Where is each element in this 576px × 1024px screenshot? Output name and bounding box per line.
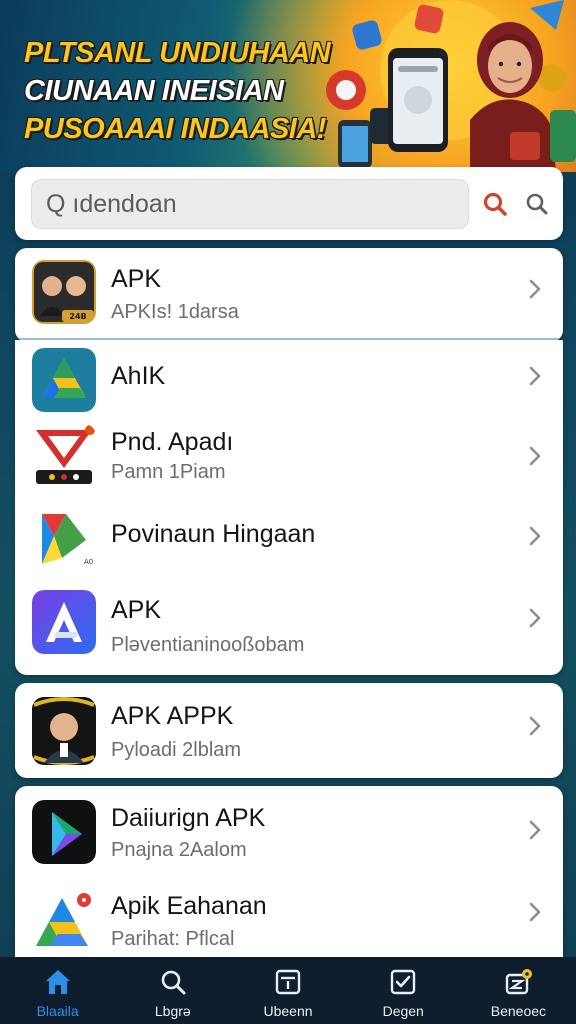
portrait-badge-text: 24B	[69, 312, 86, 321]
download-box-icon	[275, 969, 301, 995]
list-item-subtitle: Parihat: Pflcal	[111, 928, 235, 950]
chevron-right-icon	[529, 526, 541, 546]
portrait-pair-icon: 24B	[32, 260, 96, 324]
list-item-title: APK	[111, 596, 162, 624]
nav-label: Degen	[382, 1003, 424, 1019]
app-list-card: Daiiurign APK Pnajna 2Aalom Apik Eahanan…	[15, 786, 563, 961]
list-item-subtitle: Pnajna 2Aalom	[111, 839, 247, 861]
search-icon	[483, 192, 507, 216]
play-triangle-dark-icon	[32, 800, 96, 864]
home-icon	[45, 970, 70, 994]
purple-a-logo-icon	[32, 590, 96, 654]
drive-triangle-icon	[32, 348, 96, 412]
banner-line-2: CIUNAAN INEISIAN	[24, 75, 284, 107]
list-item-subtitle: Pyloadi 2lblam	[111, 739, 242, 761]
nav-label: Blaaila	[36, 1003, 79, 1019]
nav-tab-home[interactable]: Blaaila	[0, 957, 115, 1024]
chevron-right-icon	[529, 716, 541, 736]
nav-tab-search[interactable]: Lbgrə	[115, 957, 230, 1024]
search-submit-button[interactable]	[522, 189, 552, 219]
nav-tab-settings[interactable]: Beneoec	[461, 957, 576, 1024]
app-list-card: AhIK Pnd. Apadı Pamn 1Piam A0 Povinaun H…	[15, 340, 563, 675]
chevron-right-icon	[529, 446, 541, 466]
banner-illustration	[326, 0, 576, 172]
promo-banner[interactable]: PLTSANL UNDIUHAAN CIUNAAN INEISIAN PUSOA…	[0, 0, 576, 172]
banner-headline: PLTSANL UNDIUHAAN CIUNAAN INEISIAN PUSOA…	[24, 34, 344, 148]
nav-label: Ubeenn	[263, 1003, 313, 1019]
chevron-right-icon	[529, 279, 541, 299]
svg-text:A0: A0	[84, 558, 93, 566]
nav-label: Lbgrə	[154, 1003, 191, 1019]
list-item-title: APK APPK	[111, 702, 234, 730]
search-icon	[161, 970, 186, 995]
app-list-card: APK APPK Pyloadi 2lblam	[15, 683, 563, 778]
chevron-right-icon	[529, 608, 541, 628]
colorful-p-logo-icon: A0	[32, 506, 96, 570]
list-item[interactable]: A0 Povinaun Hingaan	[15, 498, 563, 578]
list-item-title: APK	[111, 265, 162, 293]
banner-line-1: PLTSANL UNDIUHAAN	[24, 37, 331, 69]
list-item-subtitle: Pləventianinooßobam	[111, 634, 305, 656]
list-item[interactable]: APK APPK Pyloadi 2lblam	[15, 683, 563, 778]
list-item-subtitle: APKIs! 1darsa	[111, 301, 239, 323]
search-button[interactable]	[480, 189, 510, 219]
search-input[interactable]	[46, 189, 468, 219]
search-box[interactable]	[31, 179, 469, 229]
list-item-title: Pnd. Apadı	[111, 428, 234, 456]
list-item-title: AhIK	[111, 362, 166, 390]
nav-tab-updates[interactable]: Degen	[346, 957, 461, 1024]
chevron-right-icon	[529, 820, 541, 840]
list-item[interactable]: Daiiurign APK Pnajna 2Aalom	[15, 786, 563, 876]
app-list-card: 24B APK APKIs! 1darsa	[15, 248, 563, 342]
list-item-title: Daiiurign APK	[111, 804, 266, 832]
banner-line-3: PUSOAAAI INDAASIA!	[24, 113, 326, 145]
list-item-subtitle: Pamn 1Piam	[111, 461, 226, 483]
search-card	[15, 167, 563, 240]
list-item[interactable]: Pnd. Apadı Pamn 1Piam	[15, 416, 563, 498]
list-item[interactable]: AhIK	[15, 340, 563, 416]
list-item[interactable]: Apik Eahanan Parihat: Pflcal	[15, 876, 563, 961]
nav-tab-downloads[interactable]: Ubeenn	[230, 957, 345, 1024]
red-v-logo-icon	[32, 424, 96, 488]
chevron-right-icon	[529, 902, 541, 922]
portrait-gold-frame-icon	[32, 697, 96, 765]
search-icon	[526, 193, 548, 215]
nav-label: Beneoec	[490, 1003, 547, 1019]
list-item[interactable]: APK Pləventianinooßobam	[15, 578, 563, 675]
list-item[interactable]: 24B APK APKIs! 1darsa	[15, 248, 563, 340]
list-item-title: Apik Eahanan	[111, 892, 267, 920]
settings-badge-icon	[506, 969, 533, 995]
list-item-title: Povinaun Hingaan	[111, 520, 316, 548]
chevron-right-icon	[529, 366, 541, 386]
checkbox-icon	[391, 969, 416, 995]
drive-triangle-badge-icon	[32, 890, 96, 954]
bottom-navigation: Blaaila Lbgrə Ubeenn Degen Beneoec	[0, 957, 576, 1024]
